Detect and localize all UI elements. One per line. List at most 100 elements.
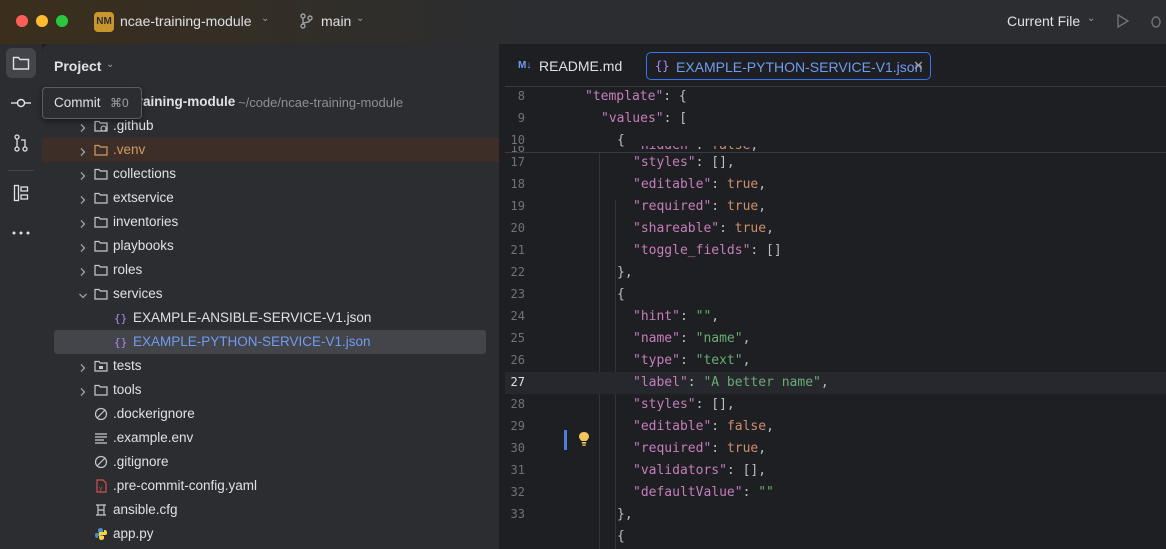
branch-switcher[interactable]: main <box>321 13 351 29</box>
python-file-icon <box>94 527 108 541</box>
title-bar: NM ncae-training-module ⌄ main ⌄ Current… <box>0 0 1166 44</box>
code-line[interactable]: 21 "toggle_fields": [] <box>505 240 1166 262</box>
tab-example-python-service[interactable]: {} EXAMPLE-PYTHON-SERVICE-V1.json ✕ <box>646 52 931 80</box>
structure-tool-button[interactable] <box>6 178 36 208</box>
tree-root-path: ~/code/ncae-training-module <box>238 95 404 110</box>
tree-item-label: tests <box>113 358 142 373</box>
chevron-down-icon[interactable]: ⌄ <box>1087 13 1095 24</box>
more-tool-windows-button[interactable] <box>6 218 36 248</box>
chevron-right-icon[interactable] <box>78 360 86 372</box>
line-number: 19 <box>510 199 525 213</box>
code-line[interactable]: 19 "required": true, <box>505 196 1166 218</box>
project-tool-button[interactable] <box>6 48 36 78</box>
run-icon[interactable] <box>1116 13 1130 29</box>
line-number: 28 <box>510 397 525 411</box>
tree-item[interactable]: tests <box>42 354 499 378</box>
change-marker[interactable] <box>564 430 567 450</box>
pull-requests-tool-button[interactable] <box>6 128 36 158</box>
tab-readme[interactable]: M↓ README.md <box>515 52 635 78</box>
chevron-down-icon[interactable] <box>78 288 87 299</box>
tree-item[interactable]: ansible.cfg <box>42 498 499 522</box>
code-line-current[interactable]: 27 "label": "A better name", <box>505 372 1166 394</box>
chevron-right-icon[interactable] <box>78 120 86 132</box>
code-line[interactable]: 29 "editable": false, <box>505 416 1166 438</box>
chevron-right-icon[interactable] <box>78 192 86 204</box>
tree-item[interactable]: inventories <box>42 210 499 234</box>
markdown-icon: M↓ <box>518 60 532 71</box>
chevron-right-icon[interactable] <box>78 144 86 156</box>
tree-item[interactable]: playbooks <box>42 234 499 258</box>
tree-item[interactable]: .example.env <box>42 426 499 450</box>
chevron-right-icon[interactable] <box>78 264 86 276</box>
chevron-down-icon[interactable]: ⌄ <box>106 59 114 70</box>
code-line[interactable]: 26 "type": "text", <box>505 350 1166 372</box>
code-line[interactable]: 25 "name": "name", <box>505 328 1166 350</box>
tree-item-label: tools <box>113 382 142 397</box>
tree-item[interactable]: extservice <box>42 186 499 210</box>
code-line[interactable]: 31 "validators": [], <box>505 460 1166 482</box>
commit-tool-button[interactable] <box>6 88 36 118</box>
tree-item-label: .dockerignore <box>113 406 195 421</box>
line-number: 8 <box>517 89 525 103</box>
panel-title[interactable]: Project <box>54 58 101 74</box>
lightbulb-icon[interactable] <box>578 431 590 447</box>
tree-item[interactable]: .venv <box>42 138 499 162</box>
code-line[interactable]: 28 "styles": [], <box>505 394 1166 416</box>
code-line[interactable]: 8 "template": { <box>505 86 1166 108</box>
code-line[interactable]: 32 "defaultValue": "" <box>505 482 1166 504</box>
code-line[interactable]: 22 }, <box>505 262 1166 284</box>
tree-item[interactable]: .gitignore <box>42 450 499 474</box>
project-switcher[interactable]: ncae-training-module <box>120 13 252 29</box>
tree-item[interactable]: collections <box>42 162 499 186</box>
code-line[interactable]: 30 "required": true, <box>505 438 1166 460</box>
code-line[interactable]: 9 "values": [ <box>505 108 1166 130</box>
tree-item[interactable]: services <box>42 282 499 306</box>
run-configuration-selector[interactable]: Current File <box>1007 13 1080 29</box>
tab-label: EXAMPLE-PYTHON-SERVICE-V1.json <box>676 59 923 75</box>
project-badge[interactable]: NM <box>94 12 114 32</box>
line-number: 18 <box>510 177 525 191</box>
code-line[interactable]: 17 "styles": [], <box>505 152 1166 174</box>
close-window-button[interactable] <box>16 15 28 27</box>
close-tab-icon[interactable]: ✕ <box>913 58 924 74</box>
line-number: 9 <box>517 111 525 125</box>
code-text: { <box>617 529 625 544</box>
json-file-icon: {} <box>114 311 128 325</box>
tree-item-label: EXAMPLE-PYTHON-SERVICE-V1.json <box>133 334 371 349</box>
tree-item[interactable]: {} EXAMPLE-ANSIBLE-SERVICE-V1.json <box>42 306 499 330</box>
tree-item[interactable]: {} EXAMPLE-PYTHON-SERVICE-V1.json <box>54 330 486 354</box>
tree-item[interactable]: y .pre-commit-config.yaml <box>42 474 499 498</box>
tree-item[interactable]: tools <box>42 378 499 402</box>
tree-item[interactable]: roles <box>42 258 499 282</box>
chevron-right-icon[interactable] <box>78 240 86 252</box>
code-editor[interactable]: 8 "template": { 9 "values": [ 10 { 16 "h… <box>505 86 1166 549</box>
code-text: "toggle_fields": [] <box>633 243 782 258</box>
code-text: "values": [ <box>601 111 688 126</box>
zoom-window-button[interactable] <box>56 15 68 27</box>
chevron-right-icon[interactable] <box>78 384 86 396</box>
file-icon <box>94 455 108 469</box>
chevron-right-icon[interactable] <box>78 168 86 180</box>
code-text: "editable": true, <box>633 177 767 192</box>
tooltip-text: Commit <box>54 95 101 110</box>
minimize-window-button[interactable] <box>36 15 48 27</box>
debug-icon[interactable] <box>1148 13 1164 29</box>
git-branch-icon[interactable] <box>299 13 313 29</box>
code-text: "name": "name", <box>633 331 751 346</box>
tree-item[interactable]: .dockerignore <box>42 402 499 426</box>
chevron-right-icon[interactable] <box>78 216 86 228</box>
code-line[interactable]: 33 }, <box>505 504 1166 526</box>
code-line[interactable]: 24 "hint": "", <box>505 306 1166 328</box>
chevron-down-icon[interactable]: ⌄ <box>356 13 364 24</box>
code-line[interactable]: 18 "editable": true, <box>505 174 1166 196</box>
line-number: 29 <box>510 419 525 433</box>
code-text: "label": "A better name", <box>633 375 829 390</box>
code-line[interactable]: 20 "shareable": true, <box>505 218 1166 240</box>
tree-item-label: app.py <box>113 526 154 541</box>
file-icon <box>94 431 108 445</box>
chevron-down-icon[interactable]: ⌄ <box>261 13 269 24</box>
code-line[interactable]: { <box>505 526 1166 548</box>
code-line[interactable]: 23 { <box>505 284 1166 306</box>
tree-item[interactable]: app.py <box>42 522 499 546</box>
line-number: 10 <box>510 133 525 147</box>
